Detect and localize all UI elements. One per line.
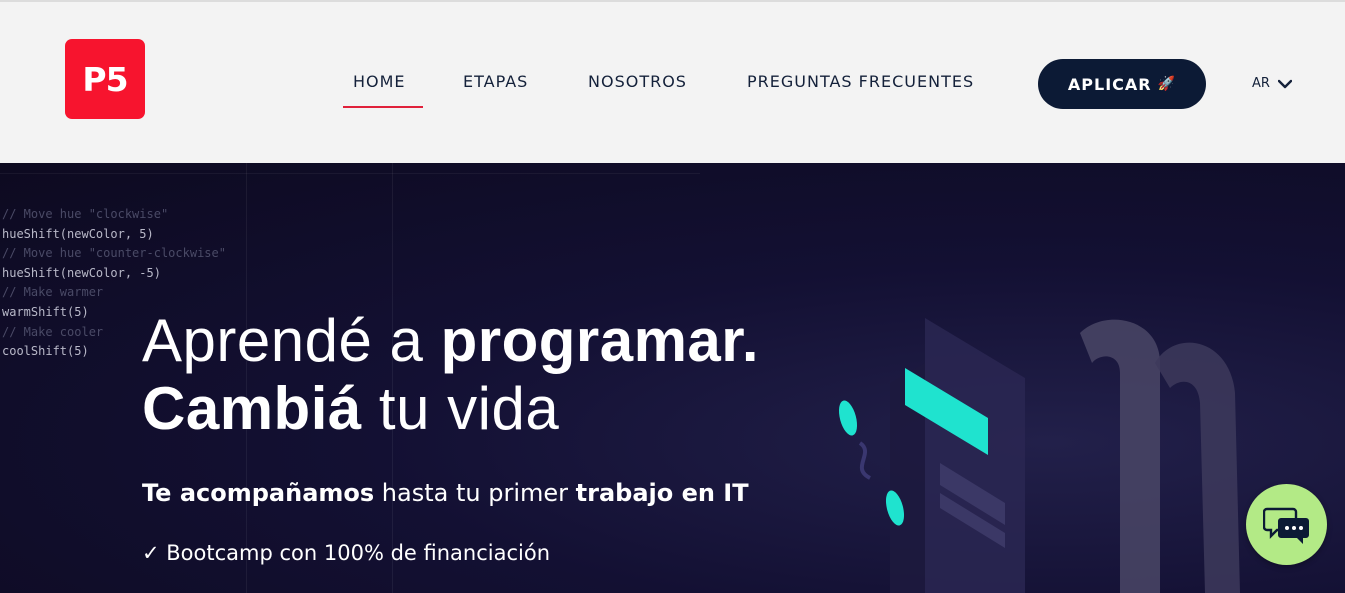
apply-button[interactable]: APLICAR 🚀: [1038, 59, 1206, 109]
subheadline-bold-text: Te acompañamos: [142, 479, 375, 507]
apply-button-label: APLICAR: [1067, 74, 1152, 94]
nav-nosotros[interactable]: NOSOTROS: [588, 72, 687, 96]
nav-home-active-indicator: [343, 106, 423, 108]
headline-regular-text: Aprendé a: [142, 307, 441, 374]
headline-bold-text: programar.: [440, 307, 760, 374]
code-line: // Move hue "clockwise": [2, 207, 169, 221]
chat-bubbles-icon: [1262, 507, 1309, 544]
nav-preguntas-frecuentes[interactable]: PREGUNTAS FRECUENTES: [747, 72, 974, 96]
subheadline-regular-text: hasta tu primer: [374, 479, 576, 507]
code-line: hueShift(newColor, -5): [2, 265, 161, 280]
grid-line: [0, 173, 700, 174]
p5-logo[interactable]: P5: [65, 39, 145, 119]
code-line: // Make warmer: [2, 285, 104, 300]
headline-regular-text: tu vida: [361, 375, 560, 442]
language-selector[interactable]: AR: [1252, 76, 1292, 91]
subheadline-bold-text: trabajo en IT: [575, 479, 749, 507]
chat-button[interactable]: [1246, 484, 1327, 565]
feature-bullet: ✓ Bootcamp con 100% de financiación: [142, 541, 551, 565]
code-line: hueShift(newColor, 5): [2, 226, 154, 241]
headline-bold-text: Cambiá: [142, 375, 362, 442]
site-header: P5 HOME ETAPAS NOSOTROS PREGUNTAS FRECUE…: [0, 0, 1345, 163]
code-line: // Move hue "counter-clockwise": [2, 246, 226, 261]
rocket-icon: 🚀: [1157, 76, 1177, 92]
nav-etapas[interactable]: ETAPAS: [463, 72, 528, 96]
nav-home[interactable]: HOME: [353, 72, 406, 96]
hero-subheadline: Te acompañamos hasta tu primer trabajo e…: [142, 479, 749, 507]
chevron-down-icon: [1277, 79, 1292, 88]
hero-headline: Aprendé a programar. Cambiá tu vida: [142, 307, 759, 443]
language-label: AR: [1252, 76, 1270, 91]
hero-section: // Move hue "clockwise" hueShift(newColo…: [0, 163, 1345, 593]
